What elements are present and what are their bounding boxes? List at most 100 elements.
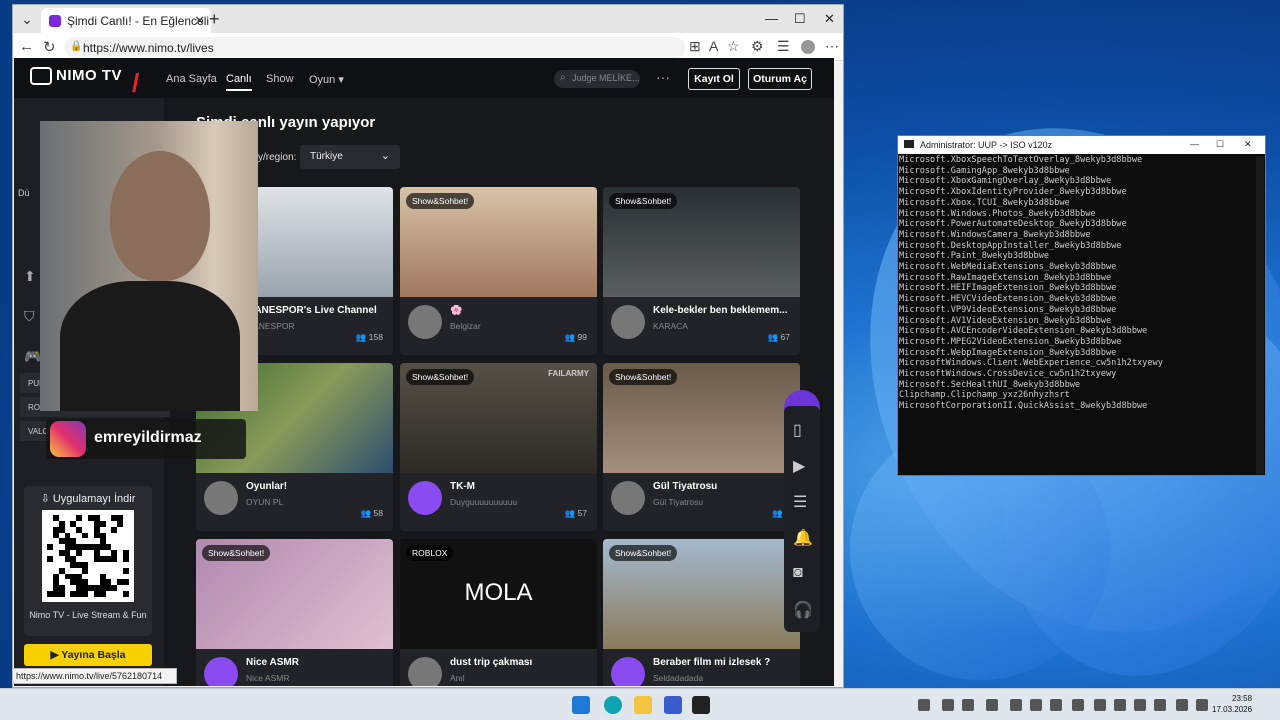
close-tab-icon[interactable]: ✕ [194, 13, 205, 29]
category-badge: Show&Sohbet! [202, 545, 271, 561]
refresh-icon[interactable]: ↻ [43, 38, 56, 56]
edge-icon[interactable] [604, 696, 622, 714]
tray-app-icon[interactable] [986, 699, 998, 711]
back-icon[interactable]: ← [19, 38, 34, 55]
terminal-output[interactable]: Microsoft.XboxSpeechToTextOverlay_8wekyb… [899, 155, 1257, 412]
video-icon[interactable]: ▶ [793, 456, 805, 476]
app-tray-icon[interactable] [942, 699, 954, 711]
stream-title[interactable]: Oyunlar! [246, 481, 386, 492]
profile-avatar[interactable] [801, 40, 815, 54]
more-menu-icon[interactable]: ⋯ [825, 38, 839, 55]
stream-title[interactable]: Kele-bekler ben beklemem... [653, 305, 793, 316]
tab-list-icon[interactable]: ⌄ [17, 10, 37, 28]
upload-icon[interactable]: ⬆ [24, 268, 36, 285]
stream-card[interactable]: Show&Sohbet! Nice ASMR Nice ASMR 👥 54 [196, 539, 393, 686]
streamer-name[interactable]: KARACA [653, 321, 688, 331]
file-explorer-icon[interactable] [634, 696, 652, 714]
streamer-name[interactable]: Nice ASMR [246, 673, 289, 683]
steam-icon[interactable] [962, 699, 974, 711]
favorite-star-icon[interactable]: ☆ [727, 38, 740, 55]
stream-title[interactable]: TK-M [450, 481, 590, 492]
streamer-name[interactable]: OYUN PL [246, 497, 283, 507]
signup-button[interactable]: Kayıt Ol [688, 68, 740, 90]
close-icon[interactable]: ✕ [1244, 139, 1252, 150]
streamer-name[interactable]: Gül Tiyatrosu [653, 497, 703, 507]
maximize-icon[interactable]: ☐ [1216, 139, 1224, 150]
browser-tab[interactable]: Şimdi Canlı! - En Eğlenceli Canlı Ya ✕ [41, 8, 211, 33]
close-window-icon[interactable]: ✕ [824, 11, 835, 27]
search-input[interactable]: ⌕ Judge MELİKE... [554, 70, 640, 88]
stream-card[interactable]: Show&Sohbet! 🌸 Belgizar 👥 99 [400, 187, 597, 355]
nimo-logo[interactable]: NIMO TV [30, 67, 122, 86]
stream-title[interactable]: 🌸 [450, 305, 590, 316]
streamer-avatar[interactable] [408, 481, 442, 515]
nav-home[interactable]: Ana Sayfa [166, 73, 217, 85]
go-live-button[interactable]: ▶ Yayına Başla [24, 644, 152, 666]
minimize-icon[interactable]: — [1190, 139, 1199, 149]
streamer-avatar[interactable] [204, 481, 238, 515]
nav-live[interactable]: Canlı [226, 73, 252, 91]
stream-card[interactable]: ROBLOX MOLA dust trip çakması Anıl 👥 54 [400, 539, 597, 686]
stream-title[interactable]: dust trip çakması [450, 657, 590, 668]
start-icon[interactable] [572, 696, 590, 714]
battery-icon[interactable] [1196, 699, 1208, 711]
terminal-icon[interactable] [692, 696, 710, 714]
instagram-overlay: emreyildirmaz [46, 419, 246, 459]
nav-game[interactable]: Oyun ▾ [309, 73, 344, 86]
minimize-icon[interactable]: — [765, 11, 778, 26]
streamer-avatar[interactable] [611, 305, 645, 339]
terminal-scrollbar[interactable] [1256, 156, 1264, 474]
tray-app-icon[interactable] [1030, 699, 1042, 711]
new-tab-icon[interactable]: + [209, 9, 220, 30]
stream-title[interactable]: MANESPOR's Live Channel [246, 305, 386, 316]
extensions-icon[interactable]: ⚙ [751, 38, 764, 55]
stream-title[interactable]: Beraber film mi izlesek ? [653, 657, 793, 668]
wifi-icon[interactable] [1154, 699, 1166, 711]
stream-card[interactable]: Show&Sohbet! FAILARMY TK-M Duyguuuuuuuuuu 👥 … [400, 363, 597, 531]
bell-icon[interactable]: 🔔 [793, 528, 813, 548]
nvidia-icon[interactable] [1010, 699, 1022, 711]
login-button[interactable]: Oturum Aç [748, 68, 812, 90]
region-select[interactable]: Türkiye ⌄ [300, 145, 400, 169]
security-icon[interactable] [1050, 699, 1062, 711]
mobile-icon[interactable]: ▯ [793, 420, 802, 440]
clock[interactable]: 23:58 17.03.2026 [1212, 693, 1252, 715]
viewer-count: 👥 54 [565, 684, 587, 686]
streamer-avatar[interactable] [611, 481, 645, 515]
tray-app-icon[interactable] [1094, 699, 1106, 711]
streamer-avatar[interactable] [408, 305, 442, 339]
gamepad-icon[interactable]: 🎮 [24, 348, 41, 365]
volume-icon[interactable] [1176, 699, 1188, 711]
streamer-name[interactable]: Belgizar [450, 321, 481, 331]
url-field[interactable]: 🔒 https://www.nimo.tv/lives [65, 37, 685, 58]
tray-app-icon[interactable] [1134, 699, 1146, 711]
read-aloud-icon[interactable]: A [709, 38, 718, 54]
stream-card[interactable]: Show&Sohbet! Beraber film mi izlesek ? Sel… [603, 539, 800, 686]
apps-icon[interactable]: ⊞ [689, 38, 701, 55]
streamer-avatar[interactable] [408, 657, 442, 686]
app-icon[interactable] [664, 696, 682, 714]
maximize-icon[interactable]: ☐ [794, 11, 806, 27]
shield-icon[interactable]: ⛉ [24, 308, 35, 325]
streamer-avatar[interactable] [611, 657, 645, 686]
viewer-count: 👥 54 [361, 684, 383, 686]
streamer-avatar[interactable] [204, 657, 238, 686]
stream-card[interactable]: Show&Sohbet! Gül Tiyatrosu Gül Tiyatrosu 👥 … [603, 363, 800, 531]
list-icon[interactable]: ☰ [793, 492, 807, 512]
stream-title[interactable]: Nice ASMR [246, 657, 386, 668]
collections-icon[interactable]: ☰ [777, 38, 790, 55]
discord-icon[interactable]: ◙ [793, 564, 803, 582]
streamer-name[interactable]: Anıl [450, 673, 465, 683]
network-icon[interactable] [1114, 699, 1126, 711]
bluetooth-icon[interactable] [1072, 699, 1084, 711]
streamer-name[interactable]: Seldadadada [653, 673, 703, 683]
app-caption: Nimo TV - Live Stream & Fun [29, 610, 147, 620]
viewer-count: 👥 99 [564, 332, 587, 342]
stream-title[interactable]: Gül Tiyatrosu [653, 481, 793, 492]
more-icon[interactable]: ··· [656, 69, 670, 85]
streamer-name[interactable]: Duyguuuuuuuuuu [450, 497, 517, 507]
pen-icon[interactable] [918, 699, 930, 711]
headset-icon[interactable]: 🎧 [793, 600, 813, 620]
stream-card[interactable]: Show&Sohbet! Kele-bekler ben beklemem... K… [603, 187, 800, 355]
nav-show[interactable]: Show [266, 73, 294, 85]
